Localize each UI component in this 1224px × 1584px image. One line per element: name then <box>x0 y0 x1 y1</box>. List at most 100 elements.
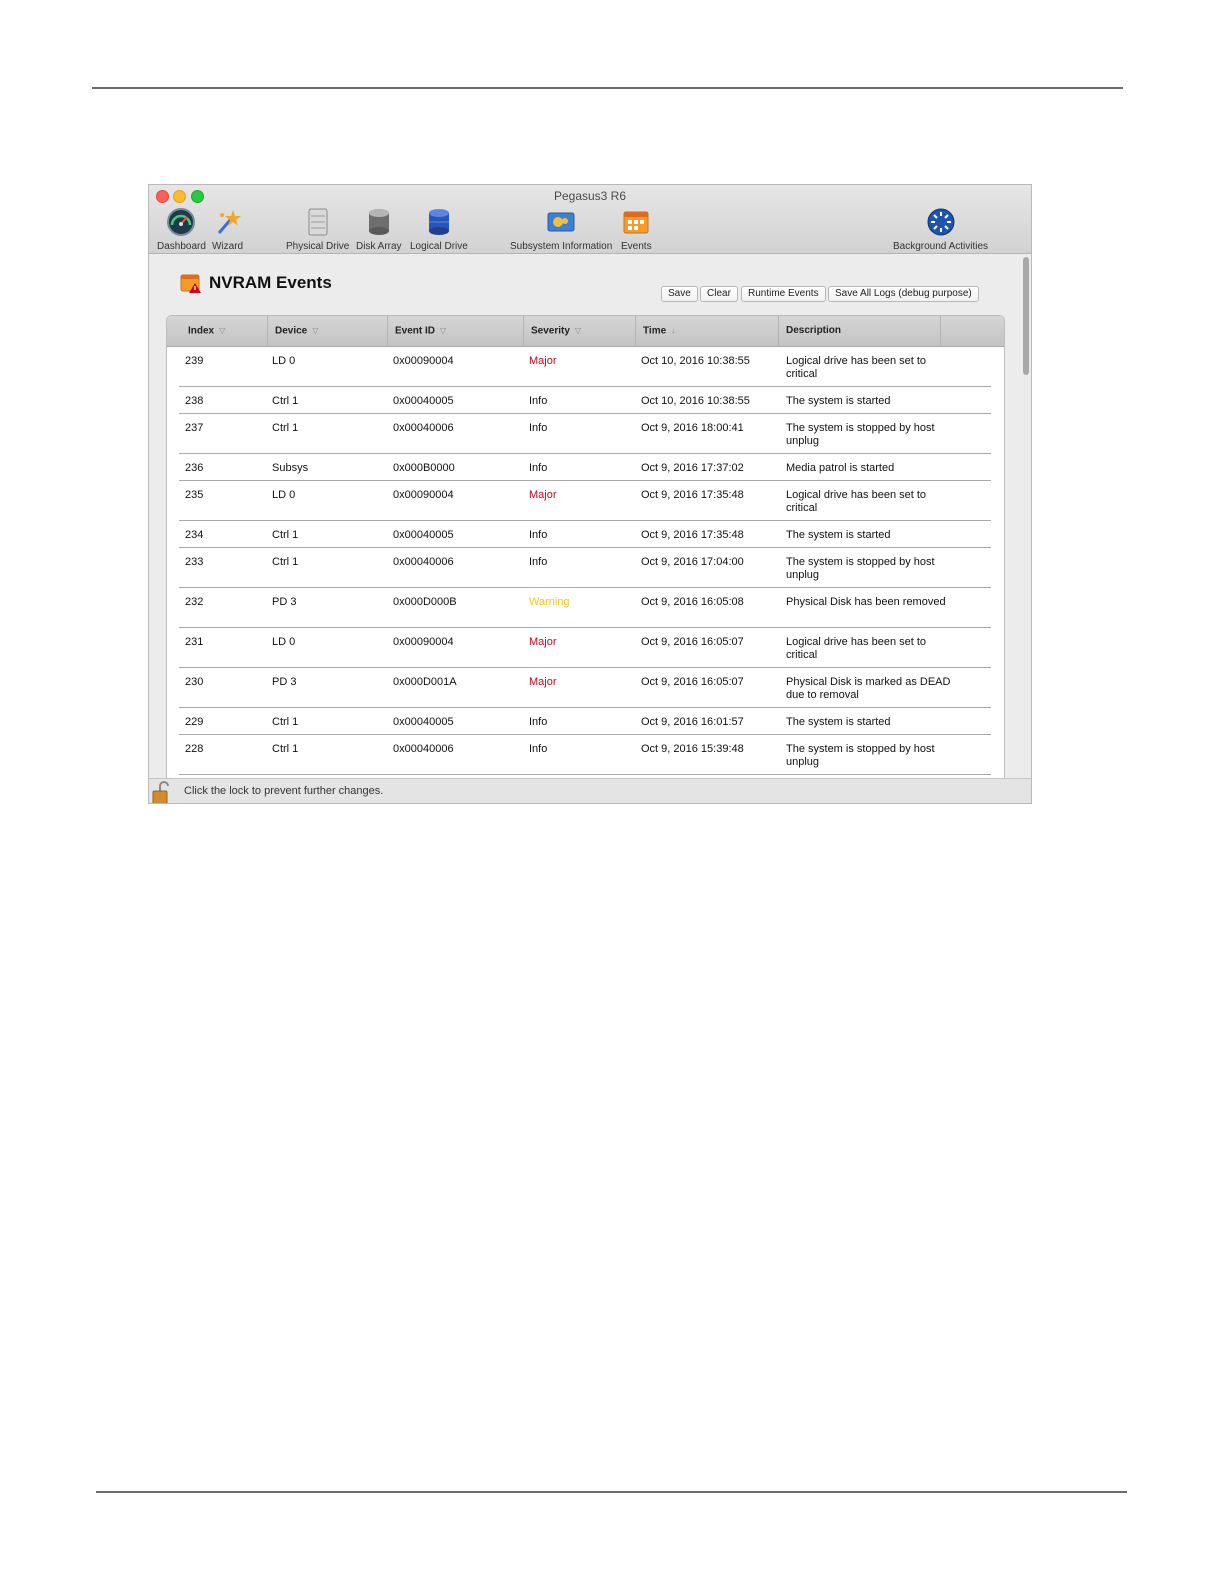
table-row[interactable]: 233 Ctrl 1 0x00040006 Info Oct 9, 2016 1… <box>179 548 991 588</box>
cell-time: Oct 9, 2016 17:04:00 <box>641 556 744 568</box>
cell-time: Oct 10, 2016 10:38:55 <box>641 395 750 407</box>
column-header-time[interactable]: Time ↓ <box>636 316 779 346</box>
column-header-severity[interactable]: Severity ▽ <box>524 316 636 346</box>
cell-time: Oct 9, 2016 17:35:48 <box>641 489 744 501</box>
disk-array-icon <box>368 209 389 235</box>
cell-severity: Info <box>529 556 548 568</box>
cell-index: 234 <box>185 529 204 541</box>
cell-time: Oct 9, 2016 17:37:02 <box>641 462 744 474</box>
cell-description: The system is stopped by host unplug <box>786 556 935 581</box>
physical-drive-icon <box>308 208 328 236</box>
table-row[interactable]: 239 LD 0 0x00090004 Major Oct 10, 2016 1… <box>179 347 991 387</box>
filter-icon[interactable]: ▽ <box>575 316 581 346</box>
toolbar-label: Logical Drive <box>410 241 468 252</box>
window-title: Pegasus3 R6 <box>553 189 627 203</box>
table-row[interactable]: 238 Ctrl 1 0x00040005 Info Oct 10, 2016 … <box>179 387 991 414</box>
filter-icon[interactable]: ▽ <box>219 316 225 346</box>
cell-index: 230 <box>185 676 204 688</box>
cell-time: Oct 9, 2016 15:39:48 <box>641 743 744 755</box>
cell-description: The system is started <box>786 395 891 407</box>
cell-device: LD 0 <box>272 355 296 367</box>
status-message: Click the lock to prevent further change… <box>184 785 384 797</box>
table-row[interactable]: 229 Ctrl 1 0x00040005 Info Oct 9, 2016 1… <box>179 708 991 735</box>
cell-event-id: 0x000B0000 <box>393 462 455 474</box>
filter-icon[interactable]: ▽ <box>440 316 446 346</box>
cell-severity: Info <box>529 716 548 728</box>
cell-severity: Info <box>529 422 548 434</box>
toolbar-label: Wizard <box>212 241 244 252</box>
filter-icon[interactable]: ▽ <box>312 316 318 346</box>
column-header-description[interactable]: Description <box>779 316 941 346</box>
events-calendar-icon <box>623 211 649 234</box>
cell-description: The system is stopped by host unplug <box>786 422 935 447</box>
table-row[interactable]: 237 Ctrl 1 0x00040006 Info Oct 9, 2016 1… <box>179 414 991 454</box>
table-row[interactable]: 234 Ctrl 1 0x00040005 Info Oct 9, 2016 1… <box>179 521 991 548</box>
table-row[interactable]: 228 Ctrl 1 0x00040006 Info Oct 9, 2016 1… <box>179 735 991 775</box>
cell-device: PD 3 <box>272 676 297 688</box>
cell-severity: Info <box>529 462 548 474</box>
column-label: Event ID <box>395 325 436 337</box>
toolbar-label: Disk Array <box>356 241 402 252</box>
nvram-events-icon <box>180 274 201 293</box>
toolbar-events[interactable]: Events <box>621 207 652 252</box>
toolbar-subsystem-information[interactable]: Subsystem Information <box>510 207 612 252</box>
cell-index: 232 <box>185 596 204 608</box>
cell-severity: Info <box>529 529 548 541</box>
page-top-rule <box>92 87 1123 89</box>
toolbar-label: Background Activities <box>893 241 989 252</box>
cell-severity: Major <box>529 355 557 367</box>
toolbar-label: Physical Drive <box>286 241 350 252</box>
toolbar-background-activities[interactable]: Background Activities <box>893 207 988 252</box>
subsystem-info-icon <box>547 212 575 232</box>
column-label: Description <box>786 325 842 336</box>
table-row[interactable]: 232 PD 3 0x000D000B Warning Oct 9, 2016 … <box>179 588 991 628</box>
cell-time: Oct 9, 2016 17:35:48 <box>641 529 744 541</box>
cell-device: PD 3 <box>272 596 297 608</box>
clear-button[interactable]: Clear <box>700 286 738 302</box>
table-row[interactable]: 235 LD 0 0x00090004 Major Oct 9, 2016 17… <box>179 481 991 521</box>
table-row[interactable]: 230 PD 3 0x000D001A Major Oct 9, 2016 16… <box>179 668 991 708</box>
unlocked-padlock-icon[interactable] <box>152 781 172 804</box>
column-label: Device <box>275 325 308 337</box>
cell-severity: Major <box>529 676 557 688</box>
cell-description: Physical Disk has been removed <box>786 596 946 608</box>
cell-event-id: 0x00040005 <box>393 716 454 728</box>
column-label: Index <box>188 325 215 337</box>
toolbar-physical-drive[interactable]: Physical Drive <box>286 207 349 252</box>
cell-device: Ctrl 1 <box>272 395 299 407</box>
cell-index: 231 <box>185 636 204 648</box>
runtime-events-button[interactable]: Runtime Events <box>741 286 826 302</box>
cell-event-id: 0x00040005 <box>393 395 454 407</box>
cell-event-id: 0x00040006 <box>393 556 454 568</box>
sort-descending-icon[interactable]: ↓ <box>671 316 675 346</box>
cell-description: Logical drive has been set to critical <box>786 355 927 380</box>
column-header-device[interactable]: Device ▽ <box>268 316 388 346</box>
toolbar-dashboard[interactable]: Dashboard <box>157 207 206 252</box>
cell-description: The system is started <box>786 529 891 541</box>
cell-index: 238 <box>185 395 204 407</box>
cell-event-id: 0x00040006 <box>393 422 454 434</box>
logical-drive-icon <box>428 209 449 235</box>
column-header-index[interactable]: Index ▽ <box>181 316 268 346</box>
save-button[interactable]: Save <box>661 286 698 302</box>
save-all-logs-button[interactable]: Save All Logs (debug purpose) <box>828 286 979 302</box>
scrollbar-thumb[interactable] <box>1023 257 1029 375</box>
cell-device: Ctrl 1 <box>272 529 299 541</box>
cell-event-id: 0x00090004 <box>393 636 454 648</box>
toolbar-logical-drive[interactable]: Logical Drive <box>410 207 468 252</box>
cell-index: 233 <box>185 556 204 568</box>
toolbar-disk-array[interactable]: Disk Array <box>356 207 402 252</box>
toolbar-wizard[interactable]: Wizard <box>212 207 243 252</box>
cell-device: Subsys <box>272 462 309 474</box>
cell-index: 228 <box>185 743 204 755</box>
cell-time: Oct 9, 2016 18:00:41 <box>641 422 744 434</box>
cell-event-id: 0x00090004 <box>393 489 454 501</box>
table-header: Index ▽ Device ▽ Event ID ▽ Severity ▽ Time ↓… <box>167 316 1004 347</box>
cell-index: 236 <box>185 462 204 474</box>
vertical-scrollbar[interactable] <box>1021 255 1030 777</box>
table-row[interactable]: 236 Subsys 0x000B0000 Info Oct 9, 2016 1… <box>179 454 991 481</box>
cell-event-id: 0x00040006 <box>393 743 454 755</box>
table-row[interactable]: 231 LD 0 0x00090004 Major Oct 9, 2016 16… <box>179 628 991 668</box>
status-bar: Click the lock to prevent further change… <box>149 778 1031 804</box>
column-header-event-id[interactable]: Event ID ▽ <box>388 316 524 346</box>
